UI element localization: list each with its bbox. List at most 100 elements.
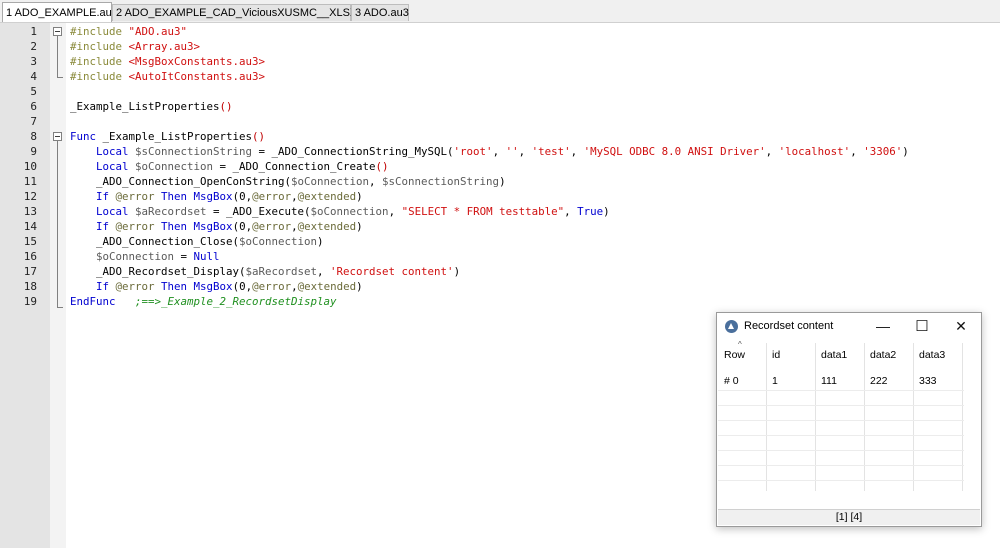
paren: (): [219, 100, 233, 113]
code-text: ,: [317, 265, 331, 278]
grid-line: [718, 480, 964, 481]
window-title: Recordset content: [744, 320, 834, 332]
line-number: 6: [30, 100, 37, 113]
fold-line: [57, 141, 58, 307]
line-number: 17: [23, 265, 37, 278]
variable: $oConnection: [239, 235, 318, 248]
column-header-data1[interactable]: data1: [815, 343, 864, 363]
keyword: EndFunc: [70, 295, 116, 308]
code-text: ,: [564, 205, 578, 218]
fold-margin: [50, 23, 66, 548]
cell-id: 1: [772, 375, 778, 387]
string: 'root': [453, 145, 493, 158]
tab-ado-example[interactable]: 1 ADO_EXAMPLE.au3: [2, 2, 118, 22]
autoit-app-icon: [725, 320, 738, 333]
tab-ado[interactable]: 3 ADO.au3: [351, 4, 409, 21]
variable: $sConnectionString: [382, 175, 500, 188]
grid-line: [962, 343, 963, 491]
macro: @extended: [297, 220, 357, 233]
line-number: 5: [30, 85, 37, 98]
macro: @error: [252, 190, 292, 203]
column-header-id[interactable]: id: [766, 343, 815, 363]
string: "SELECT * FROM testtable": [401, 205, 565, 218]
tab-ado-example-cad[interactable]: 2 ADO_EXAMPLE_CAD_ViciousXUSMC__XLSX.au3: [112, 4, 379, 21]
code-text: ): [356, 280, 363, 293]
line-number: 18: [23, 280, 37, 293]
directive: #include: [70, 70, 129, 83]
code-text: ): [356, 220, 363, 233]
code-text: ,: [850, 145, 864, 158]
variable: $aRecordset: [245, 265, 318, 278]
line-number: 2: [30, 40, 37, 53]
variable: $oConnection: [135, 160, 214, 173]
tab-bar: 1 ADO_EXAMPLE.au3 2 ADO_EXAMPLE_CAD_Vici…: [0, 0, 1000, 23]
line-number: 9: [30, 145, 37, 158]
cell-data2: 222: [870, 375, 888, 387]
grid-line: [718, 465, 964, 466]
grid-line: [718, 435, 964, 436]
macro: @extended: [297, 280, 357, 293]
window-titlebar[interactable]: Recordset content — ☐ ✕: [717, 313, 981, 340]
fold-line: [57, 36, 58, 77]
code-text: _ADO_Recordset_Display(: [70, 265, 246, 278]
keyword: Local: [70, 160, 136, 173]
string: 'Recordset content': [330, 265, 454, 278]
column-header-data3[interactable]: data3: [913, 343, 962, 363]
code-text: _ADO_Connection_OpenConString(: [70, 175, 292, 188]
keyword: Then: [154, 280, 194, 293]
macro: @error: [115, 220, 155, 233]
code-text: ): [356, 190, 363, 203]
comment: ;==>_Example_2_RecordsetDisplay: [115, 295, 337, 308]
keyword: True: [577, 205, 604, 218]
fold-toggle-includes[interactable]: [53, 27, 62, 36]
keyword: Func: [70, 130, 97, 143]
macro: @error: [115, 280, 155, 293]
directive: #include: [70, 40, 129, 53]
minimize-button[interactable]: —: [863, 313, 903, 340]
grid-line: [815, 343, 816, 491]
keyword: Then: [154, 190, 194, 203]
code-text: _ADO_Connection_Close(: [70, 235, 240, 248]
column-header-data2[interactable]: data2: [864, 343, 913, 363]
macro: @error: [252, 280, 292, 293]
variable: $oConnection: [291, 175, 370, 188]
cell-data3: 333: [919, 375, 937, 387]
line-number: 14: [23, 220, 37, 233]
code-text: ,: [518, 145, 532, 158]
grid-line: [766, 343, 767, 491]
keyword: Local: [70, 205, 136, 218]
line-number: 3: [30, 55, 37, 68]
include-file: <AutoItConstants.au3>: [128, 70, 266, 83]
grid-line: [913, 343, 914, 491]
code-text: ): [317, 235, 324, 248]
function-name: _Example_ListProperties: [96, 130, 253, 143]
fold-toggle-func[interactable]: [53, 132, 62, 141]
keyword: Then: [154, 220, 194, 233]
string: '': [505, 145, 519, 158]
line-number: 16: [23, 250, 37, 263]
macro: @error: [115, 190, 155, 203]
code-text: = _ADO_ConnectionString_MySQL(: [252, 145, 454, 158]
line-number: 19: [23, 295, 37, 308]
code-text: ,: [570, 145, 584, 158]
line-number: 11: [23, 175, 37, 188]
function-call: MsgBox: [193, 190, 233, 203]
recordset-window: Recordset content — ☐ ✕ ^ Row id data1 d…: [716, 312, 982, 527]
fold-end: [57, 77, 63, 78]
maximize-button[interactable]: ☐: [902, 313, 942, 340]
line-number: 8: [30, 130, 37, 143]
close-button[interactable]: ✕: [941, 313, 981, 340]
keyword: Null: [193, 250, 220, 263]
include-file: <Array.au3>: [128, 40, 201, 53]
keyword: If: [70, 220, 116, 233]
paren: (): [252, 130, 266, 143]
recordset-listview[interactable]: ^ Row id data1 data2 data3 # 0 1 111 222…: [718, 340, 980, 519]
fold-end: [57, 307, 63, 308]
string: 'MySQL ODBC 8.0 ANSI Driver': [583, 145, 766, 158]
code-text: ,: [388, 205, 402, 218]
code-text: ): [453, 265, 461, 278]
column-header-row[interactable]: Row: [718, 343, 766, 363]
line-number: 15: [23, 235, 37, 248]
function-call: MsgBox: [193, 280, 233, 293]
grid-line: [718, 450, 964, 451]
